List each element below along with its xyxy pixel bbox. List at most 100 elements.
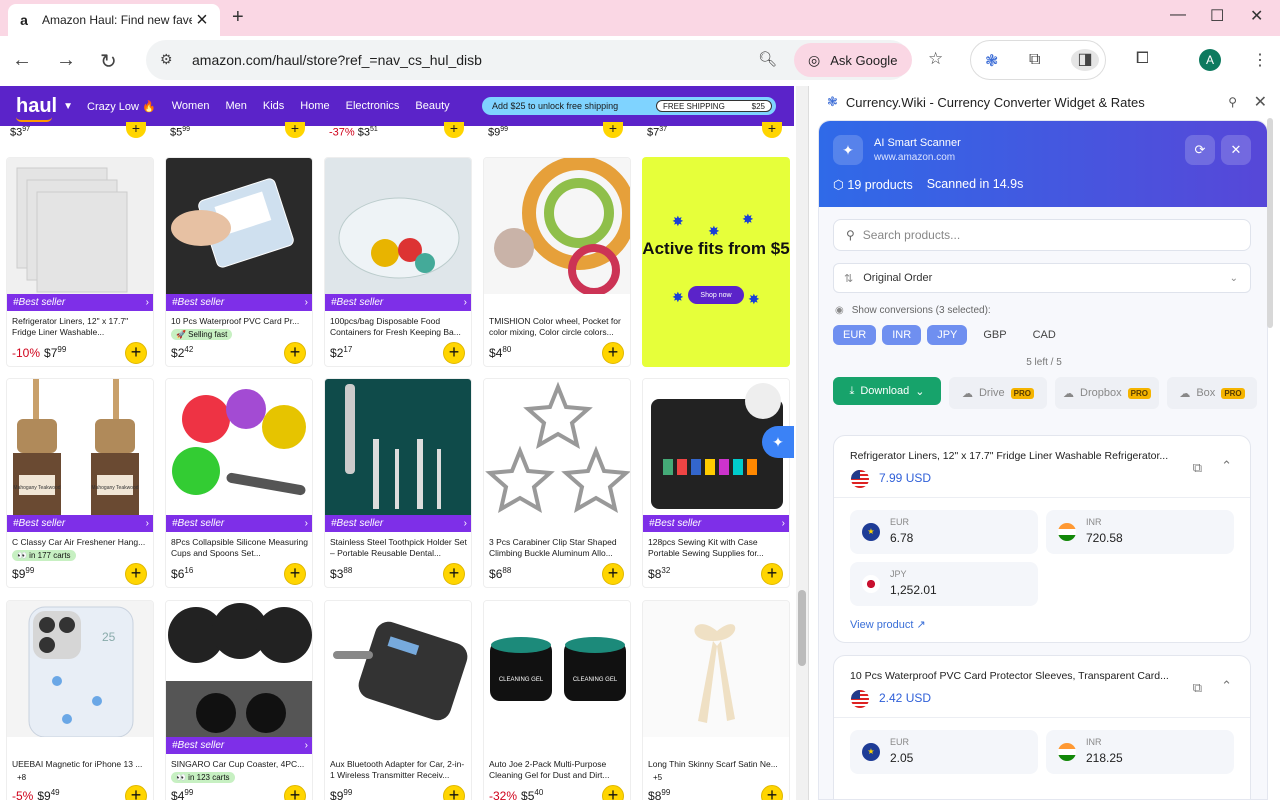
forward-icon[interactable]: → (56, 49, 76, 72)
add-to-cart-button[interactable]: + (761, 785, 783, 800)
best-seller-badge: #Best seller › (166, 294, 312, 311)
profile-avatar[interactable]: A (1199, 49, 1221, 71)
add-to-cart-button[interactable]: + (444, 121, 464, 138)
add-to-cart-button[interactable]: + (602, 563, 624, 585)
add-to-cart-button[interactable]: + (125, 563, 147, 585)
bookmark-star-icon[interactable]: ☆ (928, 49, 943, 69)
nav-kids[interactable]: Kids (263, 100, 284, 112)
menu-icon[interactable]: ⋮ (1252, 50, 1268, 70)
product-image: Mahogany Teakwood Mahogany Teakwood (7, 379, 153, 515)
nav-men[interactable]: Men (225, 100, 246, 112)
product-card[interactable]: Long Thin Skinny Scarf Satin Ne... +5 $8… (642, 600, 790, 800)
currency-chip-jpy[interactable]: JPY (927, 325, 968, 345)
product-card[interactable]: Aux Bluetooth Adapter for Car, 2-in-1 Wi… (324, 600, 472, 800)
side-panel-icon[interactable]: ◨ (1071, 49, 1099, 71)
product-name: UEEBAI Magnetic for iPhone 13 ... (12, 759, 143, 769)
product-card[interactable]: #Best seller › 8Pcs Collapsible Silicone … (165, 378, 313, 588)
product-price: $899 (648, 788, 671, 800)
panel-scrollbar[interactable] (1267, 118, 1273, 328)
currency-wiki-extension-icon[interactable]: ❃ (985, 51, 998, 71)
shop-now-button[interactable]: Shop now (688, 286, 744, 304)
add-to-cart-button[interactable]: + (126, 121, 146, 138)
product-image (325, 601, 471, 737)
add-to-cart-button[interactable]: + (602, 785, 624, 800)
add-to-cart-button[interactable]: + (603, 121, 623, 138)
free-shipping-promo[interactable]: Add $25 to unlock free shipping FREE SHI… (482, 97, 776, 115)
scanner-widget: ✦ AI Smart Scanner www.amazon.com ⟳ ✕ ⬡ … (818, 120, 1268, 800)
currency-chip-eur[interactable]: EUR (833, 325, 877, 345)
sort-select[interactable]: ⇅ Original Order ⌄ (833, 263, 1251, 293)
product-card[interactable]: #Best seller › Refrigerator Liners, 12" x… (6, 157, 154, 367)
product-card[interactable]: #Best seller › 10 Pcs Waterproof PVC Card… (165, 157, 313, 367)
minimize-icon[interactable]: — (1170, 6, 1186, 24)
maximize-icon[interactable]: ☐ (1210, 6, 1224, 26)
view-product-link[interactable]: View product ↗ (850, 618, 926, 631)
zoom-icon[interactable]: 🔍︎ (758, 50, 777, 68)
add-to-cart-button[interactable]: + (284, 563, 306, 585)
cloud-icon: ☁ (1179, 387, 1191, 400)
add-to-cart-button[interactable]: + (285, 121, 305, 138)
ai-scanner-float-button[interactable]: ✦ (762, 426, 794, 458)
add-to-cart-button[interactable]: + (125, 342, 147, 364)
promo-ad-card[interactable]: ✸ ✸ ✸ ✸ ✸ Active fits from $5 Shop now (642, 157, 790, 367)
product-card[interactable]: #Best seller › 128pcs Sewing Kit with Cas… (642, 378, 790, 588)
product-card[interactable]: CLEANING GEL CLEANING GEL Auto Joe 2-Pack… (483, 600, 631, 800)
add-to-cart-button[interactable]: + (761, 563, 783, 585)
product-card[interactable]: #Best seller › 100pcs/bag Disposable Food… (324, 157, 472, 367)
new-tab-icon[interactable]: + (232, 6, 244, 29)
address-bar[interactable]: ⚙ amazon.com/haul/store?ref_=nav_cs_hul_… (146, 40, 943, 80)
nav-women[interactable]: Women (172, 100, 210, 112)
url-text[interactable]: amazon.com/haul/store?ref_=nav_cs_hul_di… (192, 52, 482, 68)
currency-chip-inr[interactable]: INR (882, 325, 922, 345)
product-conversion-card: 10 Pcs Waterproof PVC Card Protector Sle… (833, 655, 1251, 799)
download-button[interactable]: ⤓ Download ⌄ (833, 377, 941, 405)
haul-logo[interactable]: haul (16, 95, 57, 122)
ask-google-button[interactable]: ◎ Ask Google (794, 43, 912, 77)
currency-chip-cad[interactable]: CAD (1023, 325, 1066, 345)
chevron-up-icon[interactable]: ⌃ (1221, 458, 1232, 474)
add-to-cart-button[interactable]: + (762, 121, 782, 138)
close-window-icon[interactable]: ✕ (1250, 6, 1263, 26)
sort-icon: ⇅ (844, 272, 854, 285)
box-button[interactable]: ☁ Box PRO (1167, 377, 1257, 409)
tab-search-icon[interactable]: ⧠ (1136, 50, 1149, 68)
copy-icon[interactable]: ⧉ (1193, 680, 1202, 696)
currency-chip-gbp[interactable]: GBP (973, 325, 1016, 345)
close-scanner-button[interactable]: ✕ (1221, 135, 1251, 165)
unpin-icon[interactable]: ⚲ (1228, 95, 1237, 109)
product-card[interactable]: #Best seller › SINGARO Car Cup Coaster, 4… (165, 600, 313, 800)
site-info-icon[interactable]: ⚙ (160, 51, 173, 68)
extensions-puzzle-icon[interactable]: ⧉ (1029, 51, 1040, 69)
add-to-cart-button[interactable]: + (443, 563, 465, 585)
product-card[interactable]: Mahogany Teakwood Mahogany Teakwood #Best… (6, 378, 154, 588)
rescan-button[interactable]: ⟳ (1185, 135, 1215, 165)
dropbox-button[interactable]: ☁ Dropbox PRO (1055, 377, 1159, 409)
add-to-cart-button[interactable]: + (602, 342, 624, 364)
nav-crazy-low[interactable]: Crazy Low 🔥 (87, 100, 156, 113)
drive-button[interactable]: ☁ Drive PRO (949, 377, 1047, 409)
product-card[interactable]: #Best seller › Stainless Steel Toothpick … (324, 378, 472, 588)
nav-home[interactable]: Home (300, 100, 329, 112)
add-to-cart-button[interactable]: + (284, 785, 306, 800)
add-to-cart-button[interactable]: + (125, 785, 147, 800)
nav-electronics[interactable]: Electronics (346, 100, 400, 112)
add-to-cart-button[interactable]: + (443, 785, 465, 800)
add-to-cart-button[interactable]: + (284, 342, 306, 364)
close-tab-icon[interactable]: × (192, 9, 212, 32)
product-card[interactable]: 3 Pcs Carabiner Clip Star Shaped Climbin… (483, 378, 631, 588)
search-products-input[interactable]: ⚲ Search products... (833, 219, 1251, 251)
nav-beauty[interactable]: Beauty (415, 100, 449, 112)
product-card[interactable]: 25 UEEBAI Magnetic for iPhone 13 ... +8 … (6, 600, 154, 800)
reload-icon[interactable]: ↻ (100, 49, 117, 74)
close-panel-icon[interactable]: ✕ (1254, 92, 1267, 112)
chevron-up-icon[interactable]: ⌃ (1221, 678, 1232, 694)
copy-icon[interactable]: ⧉ (1193, 460, 1202, 476)
product-card[interactable]: TMISHION Color wheel, Pocket for color m… (483, 157, 631, 367)
page-scrollbar-thumb[interactable] (798, 590, 806, 666)
add-to-cart-button[interactable]: + (443, 342, 465, 364)
chevron-down-icon[interactable]: ▼ (63, 101, 73, 112)
page-scrollbar[interactable] (796, 86, 808, 800)
india-flag-icon (1058, 743, 1076, 761)
browser-tab[interactable]: a Amazon Haul: Find new fave × (8, 4, 220, 36)
back-icon[interactable]: ← (12, 49, 32, 72)
